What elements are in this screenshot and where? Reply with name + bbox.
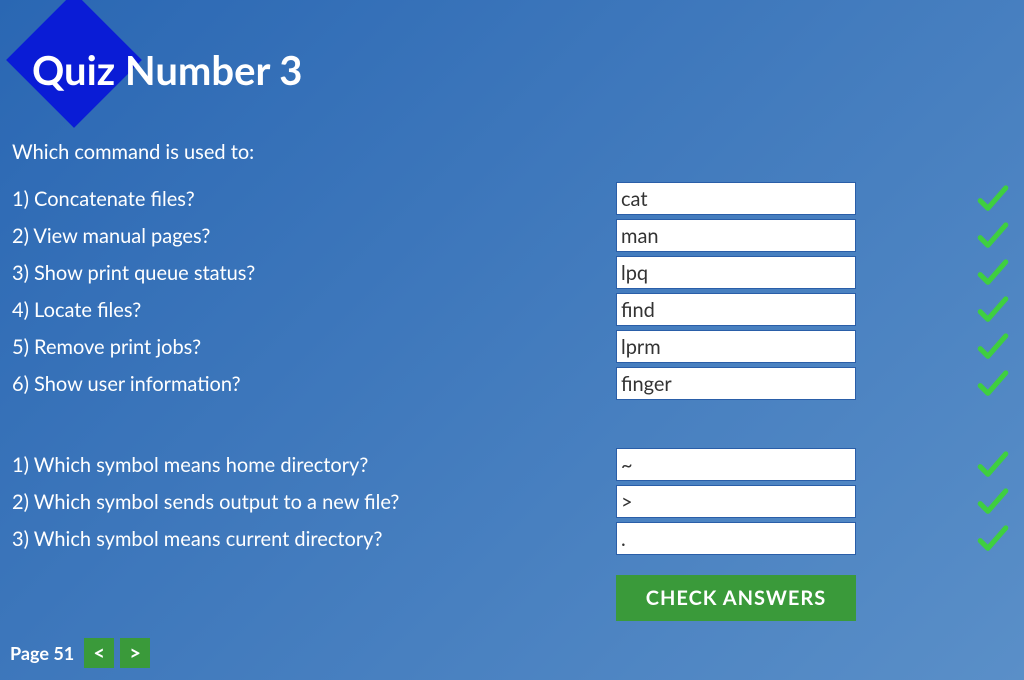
question-row: 5) Remove print jobs? [10,328,1014,365]
answer-input[interactable] [616,182,856,215]
correct-mark [856,330,1014,364]
answer-input[interactable] [616,330,856,363]
quiz-content: Which command is used to: 1) Concatenate… [10,140,1014,621]
correct-mark [856,367,1014,401]
answer-input[interactable] [616,367,856,400]
question-row: 4) Locate files? [10,291,1014,328]
checkmark-icon [976,293,1010,327]
question-row: 2) Which symbol sends output to a new fi… [10,483,1014,520]
footer-nav: Page 51 < > [10,638,150,668]
question-label: 2) Which symbol sends output to a new fi… [10,490,616,514]
answer-input[interactable] [616,256,856,289]
answer-input[interactable] [616,485,856,518]
question-label: 3) Which symbol means current directory? [10,527,616,551]
checkmark-icon [976,448,1010,482]
checkmark-icon [976,256,1010,290]
question-label: 5) Remove print jobs? [10,335,616,359]
page-number-label: Page 51 [10,642,74,664]
question-row: 3) Show print queue status? [10,254,1014,291]
answer-input[interactable] [616,219,856,252]
question-label: 1) Which symbol means home directory? [10,453,616,477]
page-title: Quiz Number 3 [32,46,302,94]
check-answers-button[interactable]: CHECK ANSWERS [616,575,856,621]
question-label: 1) Concatenate files? [10,187,616,211]
question-label: 6) Show user information? [10,372,616,396]
question-row: 1) Which symbol means home directory? [10,446,1014,483]
correct-mark [856,256,1014,290]
answer-input[interactable] [616,293,856,326]
correct-mark [856,293,1014,327]
correct-mark [856,485,1014,519]
prev-page-button[interactable]: < [84,638,114,668]
correct-mark [856,182,1014,216]
checkmark-icon [976,522,1010,556]
checkmark-icon [976,182,1010,216]
checkmark-icon [976,219,1010,253]
question-row: 1) Concatenate files? [10,180,1014,217]
section1-prompt: Which command is used to: [10,140,1014,164]
question-label: 4) Locate files? [10,298,616,322]
correct-mark [856,522,1014,556]
checkmark-icon [976,485,1010,519]
answer-input[interactable] [616,448,856,481]
question-row: 3) Which symbol means current directory? [10,520,1014,557]
question-row: 2) View manual pages? [10,217,1014,254]
question-row: 6) Show user information? [10,365,1014,402]
question-label: 2) View manual pages? [10,224,616,248]
next-page-button[interactable]: > [120,638,150,668]
question-label: 3) Show print queue status? [10,261,616,285]
answer-input[interactable] [616,522,856,555]
correct-mark [856,219,1014,253]
correct-mark [856,448,1014,482]
checkmark-icon [976,367,1010,401]
checkmark-icon [976,330,1010,364]
